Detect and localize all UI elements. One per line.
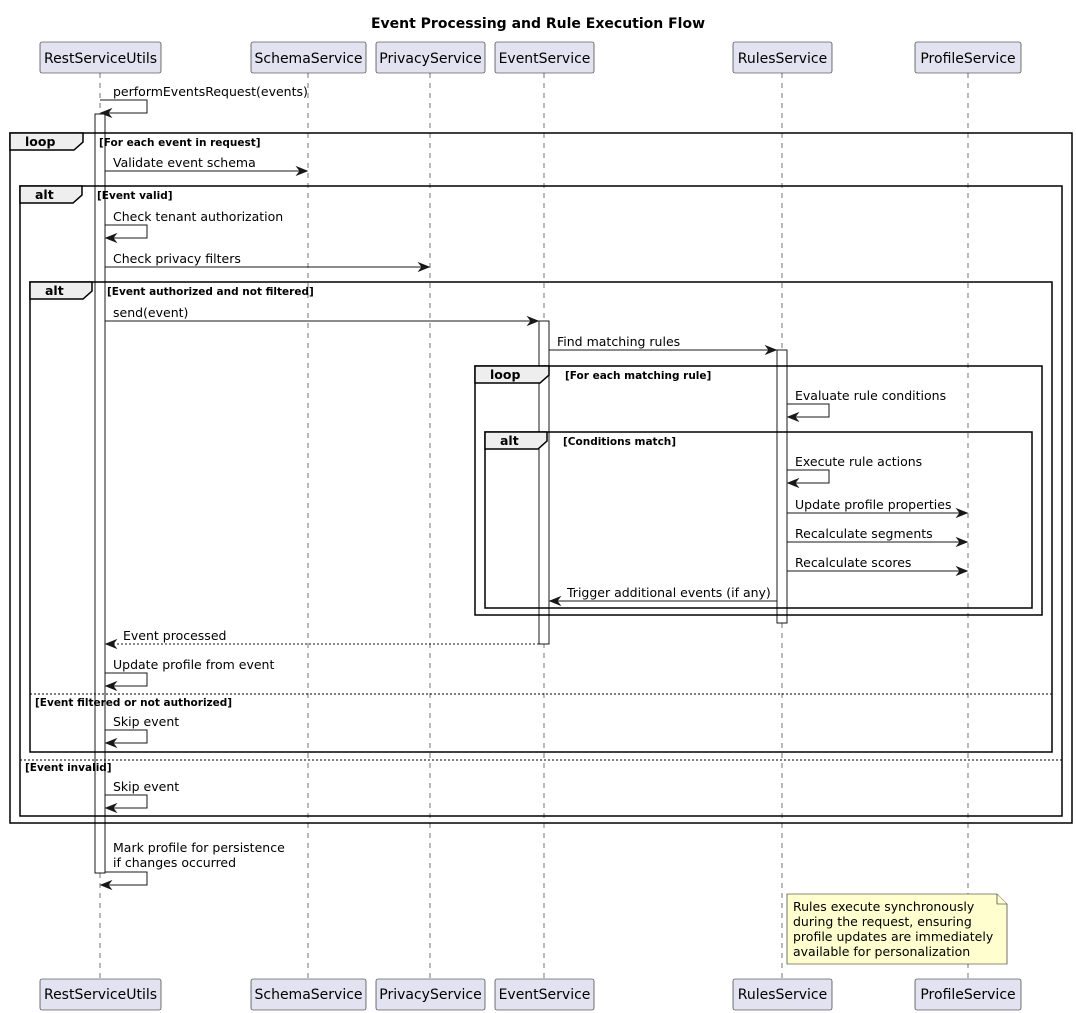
- message-validate-event-schema: Validate event schema: [105, 155, 309, 177]
- message-label: Check privacy filters: [113, 251, 241, 266]
- participant-profileservice-bottom: ProfileService: [914, 978, 1022, 1011]
- message-label: Check tenant authorization: [113, 209, 283, 224]
- message-label: Update profile properties: [795, 497, 952, 512]
- fragment-guard: [For each event in request]: [99, 137, 261, 149]
- message-label: send(event): [113, 305, 188, 320]
- participant-eventservice-top: EventService: [494, 41, 595, 74]
- note-line: Rules execute synchronously: [793, 899, 975, 914]
- participant-label: PrivacyService: [379, 987, 481, 1003]
- participant-label: SchemaService: [254, 987, 362, 1003]
- participant-label: EventService: [499, 987, 591, 1003]
- message-send-event: send(event): [105, 305, 540, 327]
- message-evaluate-rule-conditions: Evaluate rule conditions: [786, 388, 946, 423]
- participant-rulesservice-top: RulesService: [732, 41, 833, 74]
- message-check-tenant-authorization: Check tenant authorization: [104, 209, 283, 244]
- participant-restserviceutils-bottom: RestServiceUtils: [39, 978, 162, 1011]
- message-skip-event-invalid: Skip event: [104, 779, 179, 814]
- message-label: Mark profile for persistence: [113, 840, 285, 855]
- fragment-guard: [Conditions match]: [563, 436, 676, 448]
- message-label: Execute rule actions: [795, 454, 922, 469]
- activation-rulesservice: [776, 349, 788, 624]
- participant-label: ProfileService: [920, 51, 1015, 67]
- note-line: available for personalization: [793, 944, 970, 959]
- message-trigger-additional-events: Trigger additional events (if any): [548, 585, 777, 607]
- participant-rulesservice-bottom: RulesService: [732, 978, 833, 1011]
- participant-schemaservice-bottom: SchemaService: [250, 978, 367, 1011]
- note-rules-synchronous: Rules execute synchronously during the r…: [786, 893, 1008, 965]
- message-label: Update profile from event: [113, 657, 274, 672]
- participant-label: ProfileService: [920, 987, 1015, 1003]
- fragment-keyword: alt: [45, 283, 64, 298]
- fragment-else-guard: [Event filtered or not authorized]: [35, 697, 232, 709]
- participant-privacyservice-bottom: PrivacyService: [375, 978, 486, 1011]
- message-label: Validate event schema: [113, 155, 256, 170]
- message-label: Recalculate segments: [795, 526, 933, 541]
- message-event-processed: Event processed: [104, 628, 539, 650]
- message-mark-profile-persistence: Mark profile for persistence if changes …: [99, 840, 285, 891]
- message-update-profile-properties: Update profile properties: [787, 497, 969, 519]
- message-recalculate-segments: Recalculate segments: [787, 526, 969, 548]
- message-check-privacy-filters: Check privacy filters: [105, 251, 431, 273]
- participant-eventservice-bottom: EventService: [494, 978, 595, 1011]
- message-label: if changes occurred: [113, 855, 236, 870]
- participant-privacyservice-top: PrivacyService: [375, 41, 486, 74]
- participant-label: RulesService: [738, 987, 828, 1003]
- fragment-guard: [For each matching rule]: [565, 370, 711, 382]
- fragment-guard: [Event valid]: [97, 190, 173, 202]
- message-label: Evaluate rule conditions: [795, 388, 946, 403]
- note-line: during the request, ensuring: [793, 914, 972, 929]
- participant-label: RestServiceUtils: [44, 987, 157, 1003]
- message-skip-event-filtered: Skip event: [104, 714, 179, 749]
- participant-label: EventService: [499, 51, 591, 67]
- sequence-diagram: Event Processing and Rule Execution Flow…: [9, 16, 1073, 1011]
- participant-label: PrivacyService: [379, 51, 481, 67]
- fragment-alt-conditions: alt [Conditions match]: [484, 431, 1033, 609]
- diagram-title: Event Processing and Rule Execution Flow: [371, 16, 705, 32]
- participant-label: RulesService: [738, 51, 828, 67]
- message-find-matching-rules: Find matching rules: [549, 334, 778, 356]
- participant-profileservice-top: ProfileService: [914, 41, 1022, 74]
- participant-label: SchemaService: [254, 51, 362, 67]
- participant-restserviceutils-top: RestServiceUtils: [39, 41, 162, 74]
- message-label: Skip event: [113, 714, 179, 729]
- note-line: profile updates are immediately: [793, 929, 994, 944]
- message-update-profile-from-event: Update profile from event: [104, 657, 274, 692]
- message-execute-rule-actions: Execute rule actions: [786, 454, 922, 489]
- message-label: performEventsRequest(events): [113, 84, 308, 99]
- fragment-keyword: alt: [500, 433, 519, 448]
- participant-label: RestServiceUtils: [44, 51, 157, 67]
- fragment-guard: [Event authorized and not filtered]: [107, 286, 314, 298]
- message-label: Find matching rules: [557, 334, 680, 349]
- message-recalculate-scores: Recalculate scores: [787, 555, 969, 577]
- fragment-keyword: loop: [490, 367, 520, 382]
- message-label: Trigger additional events (if any): [566, 585, 771, 600]
- participant-schemaservice-top: SchemaService: [250, 41, 367, 74]
- message-perform-events-request: performEventsRequest(events): [99, 84, 308, 119]
- message-label: Event processed: [123, 628, 226, 643]
- message-label: Skip event: [113, 779, 179, 794]
- fragment-keyword: loop: [25, 134, 55, 149]
- fragment-loop-rules: loop [For each matching rule]: [474, 365, 1043, 616]
- fragment-keyword: alt: [35, 187, 54, 202]
- message-label: Recalculate scores: [795, 555, 911, 570]
- fragment-else-guard: [Event invalid]: [25, 762, 112, 774]
- activation-restserviceutils: [94, 113, 106, 874]
